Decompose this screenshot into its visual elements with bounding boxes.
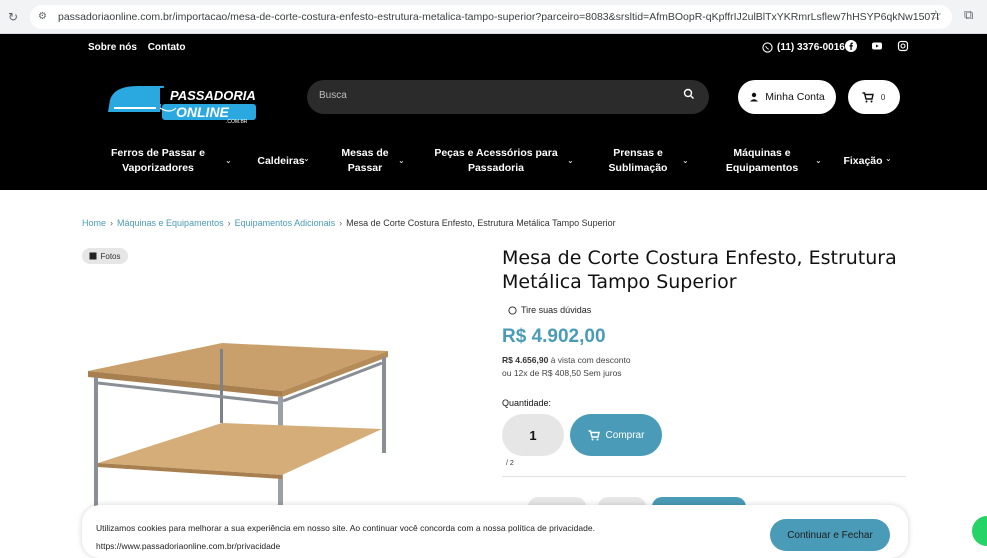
nav-item-ferros[interactable]: Ferros de Passar e Vaporizadores (108, 146, 208, 176)
phone-number: (11) 3376-0016 (777, 42, 845, 53)
buy-label: Comprar (605, 429, 645, 441)
chevron-down-icon[interactable]: ⌄ (682, 156, 689, 165)
chevron-down-icon[interactable]: ⌄ (815, 156, 822, 165)
discount-text: à vista com desconto (550, 355, 631, 365)
stock-indicator: / 2 (506, 460, 514, 467)
cookie-text: Utilizamos cookies para melhorar a sua e… (96, 523, 595, 533)
help-link[interactable]: Tire suas dúvidas (508, 305, 591, 315)
nav-item-maquinas[interactable]: Máquinas e Equipamentos (720, 146, 804, 176)
address-bar[interactable]: ⚙ passadoriaonline.com.br/importacao/mes… (30, 5, 952, 29)
price-details: R$ 4.656,90 à vista com desconto ou 12x … (502, 354, 631, 380)
extensions-icon[interactable]: ⧉ (964, 8, 980, 24)
top-links: Sobre nós Contato (88, 42, 193, 53)
svg-text:ONLINE: ONLINE (176, 104, 230, 120)
product-title: Mesa de Corte Costura Enfesto, Estrutura… (502, 247, 897, 293)
youtube-icon[interactable] (870, 40, 884, 54)
installments-text: ou 12x de R$ 408,50 Sem juros (502, 368, 622, 378)
browser-toolbar: ↻ ⚙ passadoriaonline.com.br/importacao/m… (0, 0, 987, 34)
photos-button[interactable]: Fotos (82, 248, 128, 264)
breadcrumb-separator: › (227, 218, 231, 228)
image-icon (89, 252, 97, 260)
chevron-down-icon[interactable]: ⌄ (303, 154, 310, 163)
top-link-contact[interactable]: Contato (148, 42, 186, 53)
discount-price: R$ 4.656,90 (502, 355, 549, 365)
privacy-link[interactable]: https://www.passadoriaonline.com.br/priv… (96, 537, 595, 555)
breadcrumb-category[interactable]: Máquinas e Equipamentos (117, 218, 224, 228)
cart-button[interactable]: 0 (848, 80, 900, 114)
divider (502, 476, 906, 477)
breadcrumb-current: Mesa de Corte Costura Enfesto, Estrutura… (346, 218, 616, 228)
nav-item-caldeiras[interactable]: Caldeiras (254, 154, 308, 169)
photos-label: Fotos (100, 251, 121, 261)
search-input[interactable]: Busca (319, 90, 347, 101)
site-header: Sobre nós Contato (11) 3376-0016 PASSADO… (0, 34, 987, 190)
chevron-down-icon[interactable]: ⌄ (225, 156, 232, 165)
cookie-message: Utilizamos cookies para melhorar a sua e… (96, 519, 595, 555)
help-label: Tire suas dúvidas (521, 305, 592, 315)
breadcrumb-subcategory[interactable]: Equipamentos Adicionais (235, 218, 336, 228)
chevron-down-icon[interactable]: ⌄ (567, 156, 574, 165)
chevron-down-icon[interactable]: ⌄ (885, 154, 892, 163)
site-settings-icon[interactable]: ⚙ (38, 10, 52, 24)
instagram-icon[interactable] (896, 40, 910, 54)
whatsapp-icon (508, 305, 517, 315)
cookie-accept-button[interactable]: Continuar e Fechar (770, 519, 890, 551)
nav-item-fixacao[interactable]: Fixação (842, 154, 884, 169)
breadcrumb-separator: › (339, 218, 343, 228)
url-text[interactable]: passadoriaonline.com.br/importacao/mesa-… (58, 11, 938, 23)
nav-item-pecas[interactable]: Peças e Acessórios para Passadoria (432, 146, 560, 176)
cookie-banner: Utilizamos cookies para melhorar a sua e… (82, 505, 908, 558)
cart-count: 0 (880, 92, 886, 102)
account-button[interactable]: Minha Conta (738, 80, 836, 114)
main-navigation: Ferros de Passar e Vaporizadores ⌄ Calde… (0, 144, 987, 190)
reload-icon[interactable]: ↻ (8, 10, 22, 24)
whatsapp-icon (762, 42, 773, 53)
site-logo[interactable]: PASSADORIA ONLINE .COM.BR (104, 78, 262, 125)
nav-item-prensas[interactable]: Prensas e Sublimação (600, 146, 676, 176)
account-label: Minha Conta (765, 91, 825, 103)
search-icon[interactable] (683, 88, 697, 102)
social-links (844, 40, 910, 54)
facebook-icon[interactable] (844, 40, 858, 54)
whatsapp-chat-button[interactable] (972, 516, 987, 546)
nav-item-mesas[interactable]: Mesas de Passar (335, 146, 395, 176)
product-price: R$ 4.902,00 (502, 326, 606, 347)
phone-contact[interactable]: (11) 3376-0016 (762, 42, 845, 53)
buy-button[interactable]: Comprar (570, 414, 662, 456)
breadcrumb-separator: › (110, 218, 114, 228)
svg-text:PASSADORIA: PASSADORIA (170, 88, 256, 103)
quantity-input[interactable]: 1 (502, 414, 564, 456)
cart-icon (862, 91, 875, 102)
product-image[interactable] (82, 325, 392, 515)
breadcrumb: Home › Máquinas e Equipamentos › Equipamento… (82, 218, 616, 228)
breadcrumb-home[interactable]: Home (82, 218, 106, 228)
top-link-about[interactable]: Sobre nós (88, 42, 137, 53)
user-icon (750, 92, 759, 102)
svg-text:.COM.BR: .COM.BR (226, 119, 248, 124)
quantity-label: Quantidade: (502, 398, 552, 408)
bookmark-star-icon[interactable]: ☆ (929, 8, 942, 24)
chevron-down-icon[interactable]: ⌄ (398, 156, 405, 165)
cart-icon (588, 429, 600, 440)
search-bar[interactable]: Busca (307, 80, 709, 114)
